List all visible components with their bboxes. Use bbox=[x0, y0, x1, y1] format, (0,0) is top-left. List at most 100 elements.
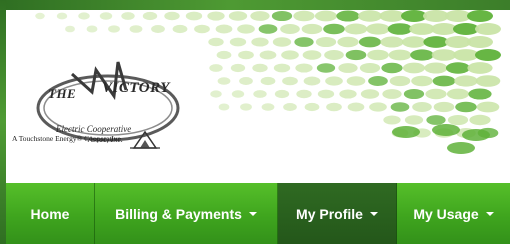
decorative-dot bbox=[423, 36, 449, 48]
decorative-dot bbox=[99, 12, 113, 20]
decorative-dot bbox=[261, 103, 275, 111]
decorative-dot bbox=[240, 103, 252, 111]
decorative-dot bbox=[475, 23, 501, 35]
decorative-dot bbox=[381, 62, 403, 74]
decorative-dot bbox=[304, 102, 320, 112]
decorative-dot bbox=[271, 10, 293, 22]
decorative-dot bbox=[229, 37, 247, 47]
decorative-dot bbox=[194, 24, 210, 34]
decorative-dot bbox=[231, 90, 245, 98]
decorative-dot bbox=[272, 37, 292, 47]
decorative-dot bbox=[433, 101, 455, 113]
decorative-dot bbox=[346, 76, 366, 86]
decorative-dot bbox=[453, 49, 479, 61]
nav-billing-label: Billing & Payments bbox=[115, 205, 242, 222]
decorative-dot bbox=[129, 25, 143, 33]
decorative-dot bbox=[238, 50, 254, 60]
decorative-dot bbox=[316, 63, 336, 73]
decorative-dot bbox=[323, 23, 345, 35]
decorative-dot bbox=[467, 36, 493, 48]
decorative-dot bbox=[431, 49, 457, 61]
decorative-dot bbox=[390, 102, 410, 112]
decorative-dot bbox=[314, 10, 338, 22]
decorative-dot bbox=[210, 90, 222, 98]
decorative-dot bbox=[218, 103, 230, 111]
decorative-dot bbox=[432, 75, 456, 87]
decorative-dot bbox=[324, 50, 344, 60]
window-frame-top bbox=[0, 0, 510, 10]
logo-the: THE bbox=[48, 86, 77, 101]
nav-my-profile[interactable]: My Profile bbox=[278, 183, 397, 244]
decorative-dot bbox=[468, 88, 492, 100]
decorative-dot bbox=[339, 89, 357, 99]
decorative-dot bbox=[359, 62, 381, 74]
decorative-dot bbox=[404, 115, 424, 125]
decorative-dot bbox=[469, 114, 491, 126]
decorative-dot bbox=[35, 12, 45, 20]
decorative-dot bbox=[424, 62, 448, 74]
decorative-dot bbox=[337, 36, 359, 48]
decorative-dot bbox=[303, 76, 321, 86]
decorative-dot bbox=[425, 88, 447, 100]
decorative-dot bbox=[317, 89, 335, 99]
decorative-dot bbox=[209, 64, 223, 72]
decorative-dot bbox=[366, 23, 390, 35]
chevron-down-icon bbox=[369, 211, 378, 216]
decorative-dot bbox=[367, 49, 389, 61]
decorative-dot bbox=[230, 63, 246, 73]
nav-my-usage[interactable]: My Usage bbox=[397, 183, 510, 244]
decorative-dot bbox=[475, 49, 501, 61]
decorative-dot bbox=[302, 50, 322, 60]
decorative-dot bbox=[295, 63, 313, 73]
decorative-dot bbox=[301, 23, 323, 35]
decorative-dot bbox=[326, 102, 342, 112]
nav-billing-payments[interactable]: Billing & Payments bbox=[95, 183, 278, 244]
decorative-dot bbox=[476, 101, 500, 113]
chevron-down-icon bbox=[485, 211, 494, 216]
nav-profile-label: My Profile bbox=[296, 205, 363, 222]
decorative-dot bbox=[462, 129, 490, 141]
decorative-dot bbox=[250, 11, 270, 21]
decorative-dot bbox=[412, 102, 432, 112]
decorative-dot bbox=[217, 77, 231, 85]
decorative-dot bbox=[345, 49, 367, 61]
decorative-dot bbox=[207, 11, 225, 21]
nav-home[interactable]: Home bbox=[6, 183, 95, 244]
decorative-dot bbox=[358, 36, 382, 48]
touchstone-tagline: A Touchstone Energy® Cooperative bbox=[12, 134, 121, 143]
decorative-dot bbox=[411, 75, 433, 87]
page: THE VICTORY Electric Cooperative Assoc, … bbox=[6, 10, 510, 244]
decorative-dot bbox=[432, 124, 460, 136]
decorative-dot bbox=[467, 62, 493, 74]
decorative-dot bbox=[475, 75, 501, 87]
decorative-dot bbox=[65, 25, 75, 33]
decorative-dot bbox=[467, 10, 493, 22]
decorative-dot bbox=[296, 89, 312, 99]
decorative-dot bbox=[380, 36, 404, 48]
decorative-dot bbox=[108, 25, 120, 33]
cooperative-logo[interactable]: THE VICTORY Electric Cooperative Assoc, … bbox=[18, 34, 198, 166]
decorative-dot bbox=[86, 25, 98, 33]
decorative-dot bbox=[446, 88, 470, 100]
decorative-dot bbox=[338, 63, 358, 73]
decorative-dot bbox=[402, 62, 426, 74]
decorative-dot bbox=[258, 24, 278, 34]
decorative-dot bbox=[283, 103, 297, 111]
decorative-dot bbox=[56, 12, 68, 20]
decorative-dot bbox=[344, 23, 368, 35]
decorative-dot bbox=[369, 102, 387, 112]
decorative-dot bbox=[360, 89, 380, 99]
decorative-dot bbox=[401, 36, 427, 48]
decorative-dot bbox=[403, 88, 425, 100]
decorative-dot bbox=[293, 10, 315, 22]
decorative-dot bbox=[259, 50, 277, 60]
decorative-dot bbox=[239, 77, 253, 85]
decorative-dot bbox=[172, 24, 188, 34]
decorative-dot bbox=[252, 63, 268, 73]
decorative-dot bbox=[142, 11, 158, 21]
decorative-dot bbox=[280, 24, 300, 34]
decorative-dot bbox=[253, 90, 267, 98]
decorative-dot bbox=[383, 115, 401, 125]
logo-line-1: Electric Cooperative bbox=[56, 124, 132, 134]
touchstone-energy-icon bbox=[130, 130, 160, 149]
